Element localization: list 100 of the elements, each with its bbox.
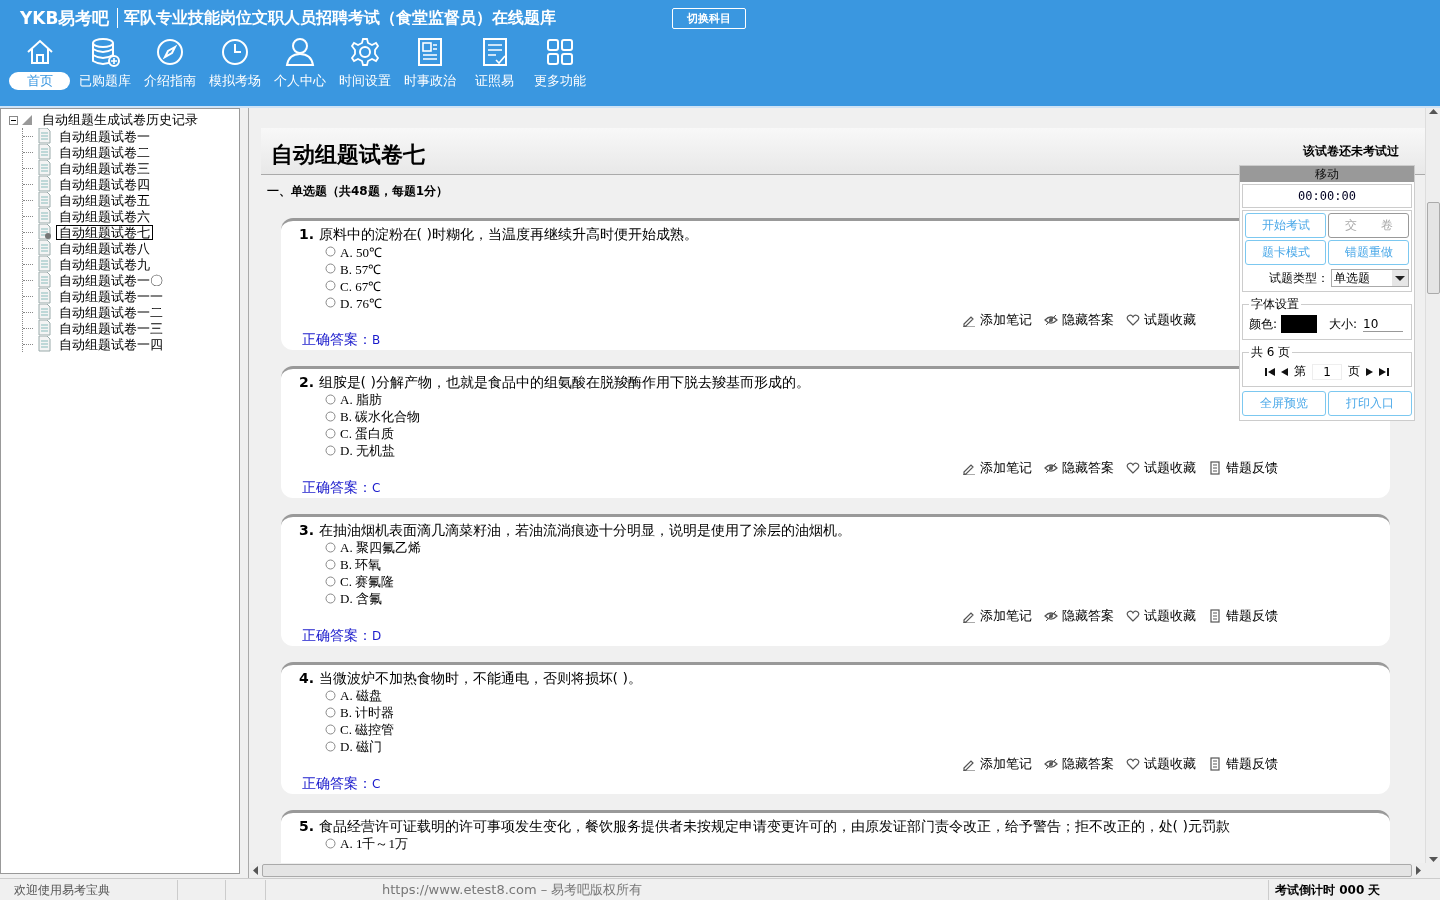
radio-button[interactable] <box>325 394 336 405</box>
option-text: A. 脂肪 <box>340 390 382 409</box>
option-text: C. 赛氟隆 <box>340 572 395 591</box>
tool-link[interactable]: 添加笔记 <box>980 459 1032 477</box>
group-label: 共 6 页 <box>1250 344 1292 361</box>
tree-item[interactable]: 自动组题试卷四 <box>56 176 153 192</box>
size-field[interactable]: 10 <box>1363 316 1404 332</box>
tool-link[interactable]: 试题收藏 <box>1144 311 1196 329</box>
page-suffix: 页 <box>1348 363 1360 380</box>
heart-icon[interactable] <box>1126 609 1140 623</box>
heart-icon[interactable] <box>1126 757 1140 771</box>
radio-button[interactable] <box>325 542 336 553</box>
page-field[interactable]: 1 <box>1312 363 1342 380</box>
scroll-down-icon[interactable] <box>1428 857 1438 863</box>
document-icon <box>38 128 51 144</box>
next-page-icon[interactable] <box>1366 367 1373 376</box>
heart-icon[interactable] <box>1126 313 1140 327</box>
radio-button[interactable] <box>325 280 336 291</box>
option-text: D. 76℃ <box>340 294 382 312</box>
tree-item[interactable]: 自动组题试卷一 <box>56 128 153 144</box>
eye-icon[interactable] <box>1044 609 1058 623</box>
scrollbar-thumb[interactable] <box>262 864 1412 877</box>
option-text: C. 蛋白质 <box>340 424 395 443</box>
question-text: 5. 食品经营许可证载明的许可事项发生变化，餐饮服务提供者未按规定申请变更许可的，由原发证部门责令改正，给予警告；拒不改正的，处( )元罚款 <box>299 817 1230 835</box>
tool-link[interactable]: 添加笔记 <box>980 311 1032 329</box>
tool-link[interactable]: 试题收藏 <box>1144 755 1196 773</box>
last-page-icon[interactable] <box>1379 367 1389 376</box>
color-swatch[interactable] <box>1281 315 1318 333</box>
radio-button[interactable] <box>325 724 336 735</box>
panel-header[interactable]: 移动 <box>1240 166 1414 182</box>
tool-link[interactable]: 错题反馈 <box>1226 755 1278 773</box>
radio-button[interactable] <box>325 297 336 308</box>
radio-button[interactable] <box>325 741 336 752</box>
document-icon <box>38 192 51 208</box>
tool-link[interactable]: 隐藏答案 <box>1062 311 1114 329</box>
correct-answer: 正确答案：B <box>302 331 382 349</box>
tree-item[interactable]: 自动组题试卷一三 <box>56 320 166 336</box>
scroll-left-icon[interactable] <box>252 866 258 875</box>
first-page-icon[interactable] <box>1265 367 1275 376</box>
radio-button[interactable] <box>325 707 336 718</box>
radio-button[interactable] <box>325 263 336 274</box>
tool-link[interactable]: 错题反馈 <box>1226 607 1278 625</box>
correct-answer: 正确答案：C <box>302 479 382 497</box>
tree-item[interactable]: 自动组题试卷一二 <box>56 304 166 320</box>
radio-button[interactable] <box>325 246 336 257</box>
option-text: B. 57℃ <box>340 260 382 278</box>
tree-item[interactable]: 自动组题试卷三 <box>56 160 153 176</box>
paper-title: 自动组题试卷七 <box>271 141 425 169</box>
eye-icon[interactable] <box>1044 461 1058 475</box>
question-text: 4. 当微波炉不加热食物时，不能通电，否则将损坏( )。 <box>299 669 642 687</box>
document-icon[interactable] <box>1208 461 1222 475</box>
radio-button[interactable] <box>325 838 336 849</box>
tree-item[interactable]: 自动组题试卷五 <box>56 192 153 208</box>
tool-link[interactable]: 试题收藏 <box>1144 459 1196 477</box>
scroll-right-icon[interactable] <box>1416 866 1422 875</box>
tool-link[interactable]: 添加笔记 <box>980 607 1032 625</box>
question-text: 3. 在抽油烟机表面滴几滴菜籽油，若油流淌痕迹十分明显，说明是使用了涂层的油烟机。 <box>299 521 851 539</box>
option-text: D. 磁门 <box>340 737 382 756</box>
tree-item[interactable]: 自动组题试卷九 <box>56 256 153 272</box>
radio-button[interactable] <box>325 690 336 701</box>
radio-button[interactable] <box>325 559 336 570</box>
tree-item[interactable]: 自动组题试卷六 <box>56 208 153 224</box>
exam-status: 该试卷还未考试过 <box>1303 143 1399 160</box>
radio-button[interactable] <box>325 428 336 439</box>
option-text: A. 磁盘 <box>340 686 382 705</box>
tool-link[interactable]: 试题收藏 <box>1144 607 1196 625</box>
tool-link[interactable]: 添加笔记 <box>980 755 1032 773</box>
eye-icon[interactable] <box>1044 757 1058 771</box>
document-icon <box>38 336 51 352</box>
settings-icon[interactable] <box>348 36 381 68</box>
collapse-icon[interactable] <box>9 115 18 125</box>
radio-button[interactable] <box>325 411 336 422</box>
correct-answer: 正确答案：C <box>302 775 382 793</box>
document-icon[interactable] <box>1208 757 1222 771</box>
tree-item[interactable]: 自动组题试卷一四 <box>56 336 166 352</box>
correct-answer: 正确答案：D <box>302 627 383 645</box>
tool-link[interactable]: 隐藏答案 <box>1062 607 1114 625</box>
tree-root-label[interactable]: 自动组题生成试卷历史记录 <box>42 111 198 129</box>
eye-icon[interactable] <box>1044 313 1058 327</box>
tree-item[interactable]: 自动组题试卷七 <box>56 224 153 240</box>
tree-item[interactable]: 自动组题试卷二 <box>56 144 153 160</box>
tool-link[interactable]: 隐藏答案 <box>1062 459 1114 477</box>
tool-link[interactable]: 错题反馈 <box>1226 459 1278 477</box>
previous-page-icon[interactable] <box>1281 367 1288 376</box>
tree-item[interactable]: 自动组题试卷一〇 <box>56 272 166 288</box>
heart-icon[interactable] <box>1126 461 1140 475</box>
radio-button[interactable] <box>325 445 336 456</box>
question-type-dropdown[interactable]: 单选题 <box>1331 269 1409 287</box>
type-label: 试题类型： <box>1269 269 1329 287</box>
radio-button[interactable] <box>325 593 336 604</box>
question-text: 1. 原料中的淀粉在( )时糊化，当温度再继续升高时便开始成熟。 <box>299 225 698 243</box>
scroll-up-icon[interactable] <box>1428 108 1438 114</box>
tree-item[interactable]: 自动组题试卷一一 <box>56 288 166 304</box>
scrollbar-thumb[interactable] <box>1426 202 1440 294</box>
document-icon[interactable] <box>1208 609 1222 623</box>
radio-button[interactable] <box>325 576 336 587</box>
tool-link[interactable]: 隐藏答案 <box>1062 755 1114 773</box>
tree-item[interactable]: 自动组题试卷八 <box>56 240 153 256</box>
person-icon[interactable] <box>283 36 316 68</box>
triangle-icon <box>22 115 32 125</box>
